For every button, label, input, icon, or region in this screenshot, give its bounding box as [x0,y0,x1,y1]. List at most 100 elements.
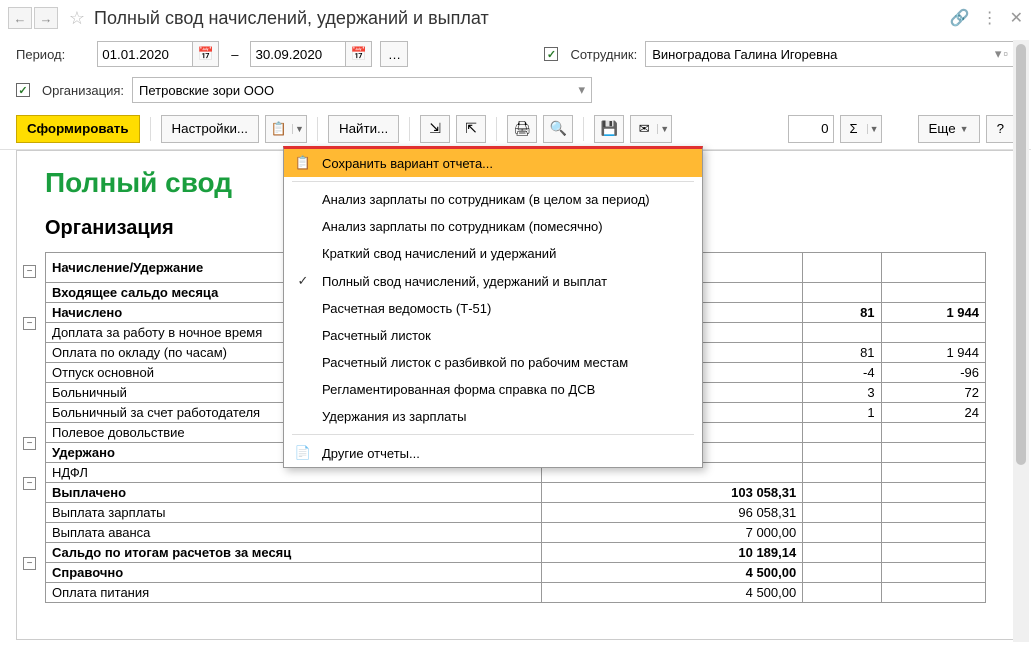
nav-back-button[interactable]: ← [8,7,32,29]
nav-forward-button[interactable]: → [34,7,58,29]
row-value [803,503,881,523]
row-value [881,563,985,583]
row-value [803,283,881,303]
row-value: 24 [881,403,985,423]
org-checkbox[interactable]: ✓ [16,83,30,97]
email-button[interactable]: ✉ ▼ [630,115,672,143]
row-value: 4 500,00 [542,563,803,583]
chevron-down-icon: ▼ [657,124,671,134]
toolbar-separator [583,117,584,141]
menu-label: Расчетный листок [322,328,431,343]
menu-save-variant[interactable]: 📋 Сохранить вариант отчета... [284,149,702,177]
employee-dropdown-icon[interactable]: ▾ [995,46,1002,62]
employee-open-icon[interactable]: ▫ [1003,46,1008,62]
row-value: 4 500,00 [542,583,803,603]
menu-report-variant[interactable]: Регламентированная форма справка по ДСВ [284,376,702,403]
row-value: -96 [881,363,985,383]
report-variant-button[interactable]: 📋 ▼ [265,115,307,143]
sum-button[interactable]: Σ ▼ [840,115,882,143]
row-value [881,443,985,463]
menu-report-variant[interactable]: Анализ зарплаты по сотрудникам (в целом … [284,186,702,213]
row-value [881,583,985,603]
menu-other-reports[interactable]: 📄 Другие отчеты... [284,439,702,467]
menu-label: Сохранить вариант отчета... [322,156,493,171]
calendar-to-button[interactable]: 📅 [346,41,372,67]
row-value [803,543,881,563]
menu-label: Удержания из зарплаты [322,409,466,424]
table-row: Выплата зарплаты96 058,31 [46,503,986,523]
menu-report-variant[interactable]: Расчетный листок с разбивкой по рабочим … [284,349,702,376]
toolbar-separator [150,117,151,141]
menu-report-variant[interactable]: Анализ зарплаты по сотрудникам (помесячн… [284,213,702,240]
employee-input[interactable]: Виноградова Галина Игоревна ▾ ▫ [645,41,1015,67]
menu-report-variant[interactable]: Расчетная ведомость (Т-51) [284,295,702,322]
more-button[interactable]: Еще ▼ [918,115,980,143]
date-to-input[interactable] [250,41,346,67]
row-value: 1 [803,403,881,423]
row-label: Справочно [46,563,542,583]
period-picker-button[interactable]: … [380,41,408,67]
row-value [803,583,881,603]
tree-collapse-button[interactable]: − [23,317,36,330]
menu-report-variant[interactable]: Краткий свод начислений и удержаний [284,240,702,267]
collapse-icon[interactable]: ⇱ [456,115,486,143]
menu-label: Регламентированная форма справка по ДСВ [322,382,595,397]
print-icon[interactable]: 🖨 [507,115,537,143]
org-input[interactable]: Петровские зори ООО ▾ [132,77,592,103]
toolbar-separator [317,117,318,141]
row-value [881,523,985,543]
row-value [881,503,985,523]
row-label: Выплачено [46,483,542,503]
find-button[interactable]: Найти... [328,115,399,143]
toolbar-separator [409,117,410,141]
date-from-input[interactable] [97,41,193,67]
date-range-dash: – [231,47,238,62]
form-button[interactable]: Сформировать [16,115,140,143]
row-value [803,423,881,443]
link-icon[interactable]: 🔗 [950,8,970,28]
menu-report-variant[interactable]: Удержания из зарплаты [284,403,702,430]
tree-collapse-button[interactable]: − [23,557,36,570]
cell-value-input[interactable] [788,115,834,143]
chevron-down-icon: ▼ [292,124,306,134]
vertical-scrollbar[interactable] [1013,40,1029,642]
settings-button[interactable]: Настройки... [161,115,259,143]
kebab-menu-icon[interactable]: ⋮ [982,8,998,28]
menu-report-variant[interactable]: ✓Полный свод начислений, удержаний и вып… [284,267,702,295]
report-list-icon: 📄 [294,445,312,461]
page-title: Полный свод начислений, удержаний и выпл… [94,8,950,29]
menu-label: Краткий свод начислений и удержаний [322,246,556,261]
tree-collapse-button[interactable]: − [23,437,36,450]
row-value: 81 [803,343,881,363]
expand-icon[interactable]: ⇲ [420,115,450,143]
table-row: Сальдо по итогам расчетов за месяц10 189… [46,543,986,563]
calendar-from-button[interactable]: 📅 [193,41,219,67]
org-label: Организация: [42,83,124,98]
row-value [881,423,985,443]
help-button[interactable]: ? [986,115,1015,143]
row-value [881,463,985,483]
table-row: Выплата аванса7 000,00 [46,523,986,543]
chevron-down-icon: ▼ [867,124,881,134]
row-value [803,523,881,543]
tree-collapse-button[interactable]: − [23,265,36,278]
menu-report-variant[interactable]: Расчетный листок [284,322,702,349]
row-value: 72 [881,383,985,403]
row-value [881,543,985,563]
employee-label: Сотрудник: [570,47,637,62]
menu-label: Расчетная ведомость (Т-51) [322,301,491,316]
row-value: 1 944 [881,303,985,323]
row-value: 96 058,31 [542,503,803,523]
org-dropdown-icon[interactable]: ▾ [579,82,586,98]
row-value: 81 [803,303,881,323]
period-label: Период: [16,47,65,62]
menu-label: Другие отчеты... [322,446,420,461]
save-icon[interactable]: 💾 [594,115,624,143]
tree-collapse-button[interactable]: − [23,477,36,490]
row-value: -4 [803,363,881,383]
employee-checkbox[interactable]: ✓ [544,47,558,61]
favorite-star-icon[interactable]: ☆ [66,7,88,29]
preview-icon[interactable]: 🔍 [543,115,573,143]
table-row: Справочно4 500,00 [46,563,986,583]
close-icon[interactable]: ✕ [1010,8,1023,28]
